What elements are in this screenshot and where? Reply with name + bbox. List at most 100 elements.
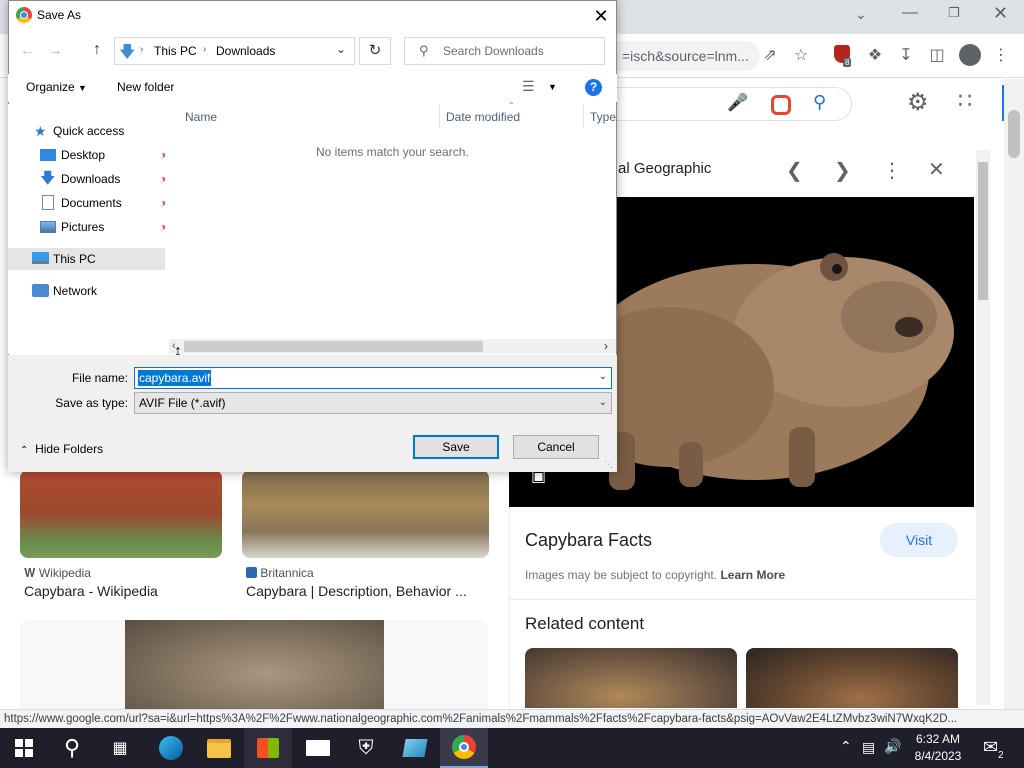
empty-message: No items match your search. (316, 145, 469, 159)
search-icon[interactable]: ⚲ (813, 92, 826, 113)
notification-count: 2 (998, 750, 1004, 761)
column-separator[interactable] (439, 104, 440, 128)
address-dropdown-icon[interactable]: ⌄ (336, 42, 346, 56)
dialog-command-bar: Organize ▼ New folder ☰ ▼ ? (8, 74, 617, 102)
related-thumb-1[interactable] (525, 648, 737, 708)
result-thumb-wikipedia[interactable] (20, 470, 222, 558)
file-name-dropdown-icon[interactable]: ⌄ (599, 371, 607, 382)
taskbar-chrome[interactable] (440, 728, 488, 768)
dialog-address-bar[interactable]: 🡇 › This PC › Downloads ⌄ (114, 37, 355, 65)
star-icon[interactable]: ☆ (790, 45, 812, 67)
restore-icon[interactable]: ❐ (948, 5, 960, 21)
related-thumb-2[interactable] (746, 648, 958, 708)
column-header-type[interactable]: Type (590, 110, 616, 124)
nav-desktop[interactable]: Desktop 📌 (8, 144, 171, 166)
forward-arrow-icon[interactable]: → (48, 42, 63, 59)
network-icon[interactable]: ▤ (862, 739, 875, 756)
nav-downloads[interactable]: 🡇 Downloads 📌 (8, 168, 171, 190)
profile-avatar-icon[interactable] (959, 44, 981, 66)
result-title-wikipedia[interactable]: Capybara - Wikipedia (24, 583, 158, 599)
cancel-button[interactable]: Cancel (513, 435, 599, 459)
search-icon: ⚲ (419, 43, 429, 58)
puzzle-icon[interactable]: ❖ (864, 45, 886, 67)
chevron-left-icon[interactable]: ❮ (786, 158, 803, 183)
column-separator[interactable] (583, 104, 584, 128)
notification-icon[interactable]: ✉ (983, 737, 998, 758)
clock-date: 8/4/2023 (914, 749, 962, 763)
breadcrumb-this-pc[interactable]: This PC (154, 44, 197, 58)
chevron-up-icon[interactable]: ⌃ (840, 738, 852, 755)
taskbar-search-button[interactable]: ⚲ (48, 728, 96, 768)
column-header-date[interactable]: Date modified (446, 110, 520, 124)
up-arrow-icon[interactable]: ↑ (93, 41, 101, 59)
dialog-close-icon[interactable]: ✕ (586, 2, 616, 30)
file-name-input[interactable]: capybara.avif ⌄ (134, 367, 612, 389)
chevron-down-icon[interactable]: ⌄ (855, 6, 867, 23)
task-view-icon: ▦ (112, 740, 128, 757)
address-bar[interactable]: =isch&source=lnm... (610, 41, 760, 71)
breadcrumb-downloads[interactable]: Downloads (216, 44, 275, 58)
share-icon[interactable]: ⇗ (759, 45, 781, 67)
organize-menu[interactable]: Organize ▼ (26, 80, 87, 94)
settings-gear-icon[interactable]: ⚙ (907, 88, 929, 117)
back-arrow-icon[interactable]: ← (20, 42, 35, 59)
taskbar-store[interactable] (244, 728, 292, 768)
apps-grid-icon[interactable]: ∷ (958, 88, 972, 114)
google-search-box[interactable]: 🎤 ⚲ (600, 87, 852, 121)
resize-grip-icon[interactable]: ⋱ (604, 459, 613, 470)
taskbar-edge[interactable] (147, 728, 195, 768)
result-thumb-britannica[interactable] (242, 470, 489, 558)
download-icon[interactable]: ↧ (895, 45, 917, 67)
taskbar-mail[interactable] (294, 728, 342, 768)
result-title-britannica[interactable]: Capybara | Description, Behavior ... (246, 583, 467, 599)
task-view-button[interactable]: ▦ (96, 728, 144, 768)
taskbar-app-blue[interactable] (391, 728, 439, 768)
menu-dots-icon[interactable]: ⋮ (990, 45, 1012, 67)
refresh-button[interactable]: ↻ (359, 37, 391, 65)
close-icon[interactable]: ✕ (993, 3, 1008, 24)
minimize-icon[interactable]: — (902, 4, 918, 22)
save-as-type-select[interactable]: AVIF File (*.avif) ⌄ (134, 392, 612, 414)
new-folder-button[interactable]: New folder (117, 80, 174, 94)
dialog-search-input[interactable]: ⚲ Search Downloads (404, 37, 605, 65)
help-icon[interactable]: ? (585, 79, 602, 96)
panel-scroll-thumb[interactable] (978, 162, 988, 300)
breadcrumb-separator: › (203, 44, 207, 55)
nav-network[interactable]: Network (8, 280, 165, 302)
chevron-right-icon[interactable]: ❯ (834, 158, 851, 183)
nav-this-pc[interactable]: This PC (8, 248, 165, 270)
hide-folders-toggle[interactable]: ⌃ Hide Folders (20, 442, 103, 456)
panel-close-icon[interactable]: ✕ (928, 157, 945, 182)
save-type-dropdown-icon[interactable]: ⌄ (599, 393, 607, 413)
status-url-bar: https://www.google.com/url?sa=i&url=http… (0, 709, 1024, 728)
nav-documents[interactable]: Documents 📌 (8, 192, 171, 214)
breadcrumb-separator: › (140, 44, 144, 55)
page-scroll-thumb[interactable] (1008, 110, 1020, 158)
start-button[interactable] (0, 728, 48, 768)
save-button[interactable]: Save (413, 435, 499, 459)
taskbar-security[interactable]: ⛨ (342, 728, 390, 768)
nav-quick-access[interactable]: ★ Quick access (8, 120, 165, 142)
page-scrollbar[interactable] (1004, 79, 1024, 710)
nav-pictures[interactable]: Pictures 📌 (8, 216, 171, 238)
more-options-icon[interactable]: ⋮ (882, 158, 902, 183)
view-options-icon[interactable]: ☰ (522, 78, 535, 95)
system-clock[interactable]: 6:32 AM 8/4/2023 (905, 731, 971, 765)
related-content-heading: Related content (525, 614, 645, 633)
visit-button[interactable]: Visit (880, 523, 958, 557)
panel-title[interactable]: Capybara Facts (525, 530, 652, 551)
clock-time: 6:32 AM (915, 732, 961, 746)
refresh-icon: ↻ (368, 42, 382, 59)
volume-icon[interactable]: 🔊 (884, 738, 901, 755)
view-caret-down-icon[interactable]: ▼ (548, 82, 557, 92)
mic-icon[interactable]: 🎤 (727, 93, 748, 113)
lens-icon[interactable] (771, 95, 791, 115)
horizontal-scroll-thumb[interactable] (184, 341, 483, 352)
taskbar-file-explorer[interactable] (195, 728, 243, 768)
extension-badge: 8 (843, 58, 852, 67)
scroll-right-arrow-icon[interactable]: › (604, 339, 608, 353)
side-panel-icon[interactable]: ◫ (926, 45, 948, 67)
column-header-name[interactable]: Name (185, 110, 217, 124)
learn-more-link[interactable]: Learn More (720, 568, 785, 582)
result-thumb-next[interactable] (20, 620, 488, 710)
